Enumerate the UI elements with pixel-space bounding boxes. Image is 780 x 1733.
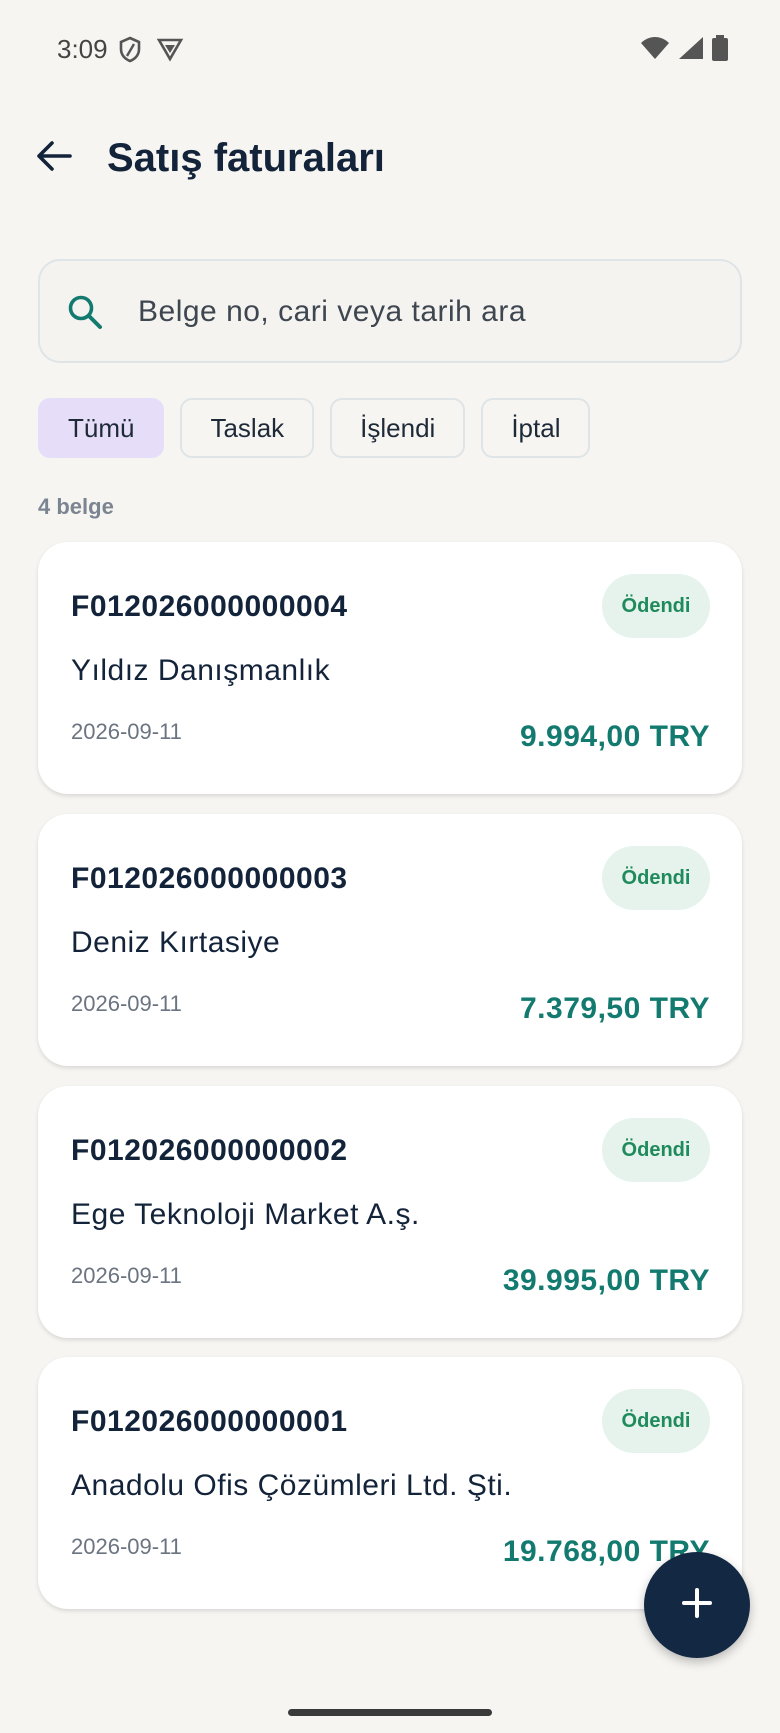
back-button[interactable] (30, 134, 78, 182)
status-bar: 3:09 (0, 0, 780, 100)
invoice-amount: 7.379,50 TRY (520, 992, 710, 1025)
customer-name: Yıldız Danışmanlık (71, 654, 331, 687)
arrow-left-icon (36, 140, 72, 177)
customer-name: Deniz Kırtasiye (71, 926, 281, 959)
customer-name: Ege Teknoloji Market A.ş. (71, 1198, 420, 1231)
invoice-date: 2026-09-11 (71, 991, 182, 1016)
status-time: 3:09 (57, 34, 108, 64)
invoice-date: 2026-09-11 (71, 1263, 182, 1288)
status-badge: Ödendi (602, 1389, 710, 1453)
invoice-card[interactable]: F012026000000004 Ödendi Yıldız Danışmanl… (38, 542, 742, 794)
invoice-number: F012026000000003 (71, 862, 348, 895)
search-input[interactable] (138, 287, 698, 337)
invoice-card[interactable]: F012026000000002 Ödendi Ege Teknoloji Ma… (38, 1086, 742, 1338)
invoice-card[interactable]: F012026000000003 Ödendi Deniz Kırtasiye … (38, 814, 742, 1066)
page-title: Satış faturaları (107, 136, 385, 180)
search-box[interactable] (38, 259, 742, 363)
filter-chip-draft[interactable]: Taslak (180, 398, 315, 458)
invoice-number: F012026000000001 (71, 1405, 348, 1438)
status-badge: Ödendi (602, 574, 710, 638)
vpn-icon (156, 36, 184, 69)
signal-icon (678, 36, 704, 65)
document-count: 4 belge (38, 494, 114, 519)
invoice-number: F012026000000002 (71, 1134, 348, 1167)
wifi-icon (640, 36, 670, 65)
home-indicator[interactable] (288, 1709, 492, 1716)
invoice-amount: 39.995,00 TRY (502, 1264, 710, 1297)
battery-icon (712, 35, 728, 66)
status-badge: Ödendi (602, 1118, 710, 1182)
filter-chip-cancelled[interactable]: İptal (481, 398, 591, 458)
search-icon (66, 293, 104, 336)
invoice-card[interactable]: F012026000000001 Ödendi Anadolu Ofis Çöz… (38, 1357, 742, 1609)
filter-chip-processed[interactable]: İşlendi (330, 398, 466, 458)
add-invoice-button[interactable] (644, 1552, 750, 1658)
filter-chip-all[interactable]: Tümü (38, 398, 165, 458)
shield-icon (118, 36, 142, 69)
filter-chips: Tümü Taslak İşlendi İptal (38, 398, 591, 458)
top-app-bar: Satış faturaları (0, 110, 780, 210)
customer-name: Anadolu Ofis Çözümleri Ltd. Şti. (71, 1469, 513, 1502)
invoice-amount: 9.994,00 TRY (520, 720, 710, 753)
invoice-date: 2026-09-11 (71, 719, 182, 744)
invoice-date: 2026-09-11 (71, 1534, 182, 1559)
plus-icon (680, 1586, 714, 1625)
invoice-number: F012026000000004 (71, 590, 348, 623)
status-badge: Ödendi (602, 846, 710, 910)
